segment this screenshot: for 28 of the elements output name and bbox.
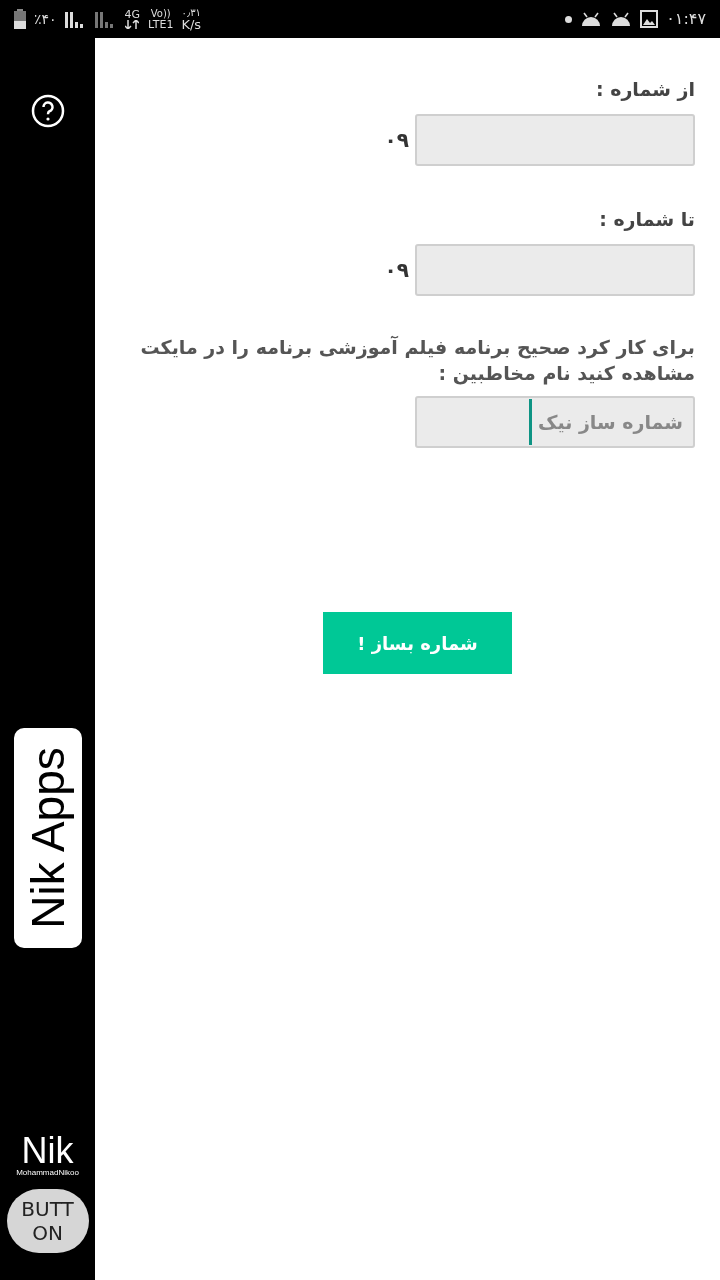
number-prefix: ۰۹ xyxy=(384,258,409,282)
number-field[interactable] xyxy=(415,114,695,166)
data-arrows-icon xyxy=(125,20,140,29)
placeholder-text: شماره ساز نیک xyxy=(537,411,683,433)
logo-caption: MohammadNikoo xyxy=(16,1168,79,1177)
clock: ۰۱:۴۷ xyxy=(666,11,706,27)
side-button[interactable]: BUTT ON xyxy=(6,1189,89,1253)
logo: Nik xyxy=(21,1134,74,1168)
number-field[interactable] xyxy=(415,244,695,296)
image-icon xyxy=(640,10,659,28)
volte-label: Vo)) xyxy=(150,8,171,19)
field-label: تا شماره : xyxy=(599,208,695,230)
generate-button[interactable]: شماره بساز ! xyxy=(323,612,512,674)
network-type: 4G xyxy=(124,9,141,20)
android-icon xyxy=(580,11,603,27)
battery-icon xyxy=(14,9,26,29)
instruction-text: برای کار کرد صحیح برنامه فیلم آموزشی برنامه را در مایکت مشاهده کنید نام مخاطبین : xyxy=(139,335,695,386)
field-label: از شماره : xyxy=(596,78,695,100)
help-icon[interactable] xyxy=(30,94,65,128)
lte-label: LTE1 xyxy=(148,18,174,30)
battery-percent: ٪۴۰ xyxy=(34,12,57,26)
speed-unit: K/s xyxy=(181,17,202,31)
number-prefix: ۰۹ xyxy=(384,128,409,152)
android-icon xyxy=(610,11,633,27)
notification-dot-icon xyxy=(565,15,573,23)
logo-text: Nik Apps xyxy=(20,747,75,929)
contact-name-field[interactable]: شماره ساز نیک xyxy=(415,396,695,448)
network-speed: ۰٫۳۱ xyxy=(181,7,201,18)
